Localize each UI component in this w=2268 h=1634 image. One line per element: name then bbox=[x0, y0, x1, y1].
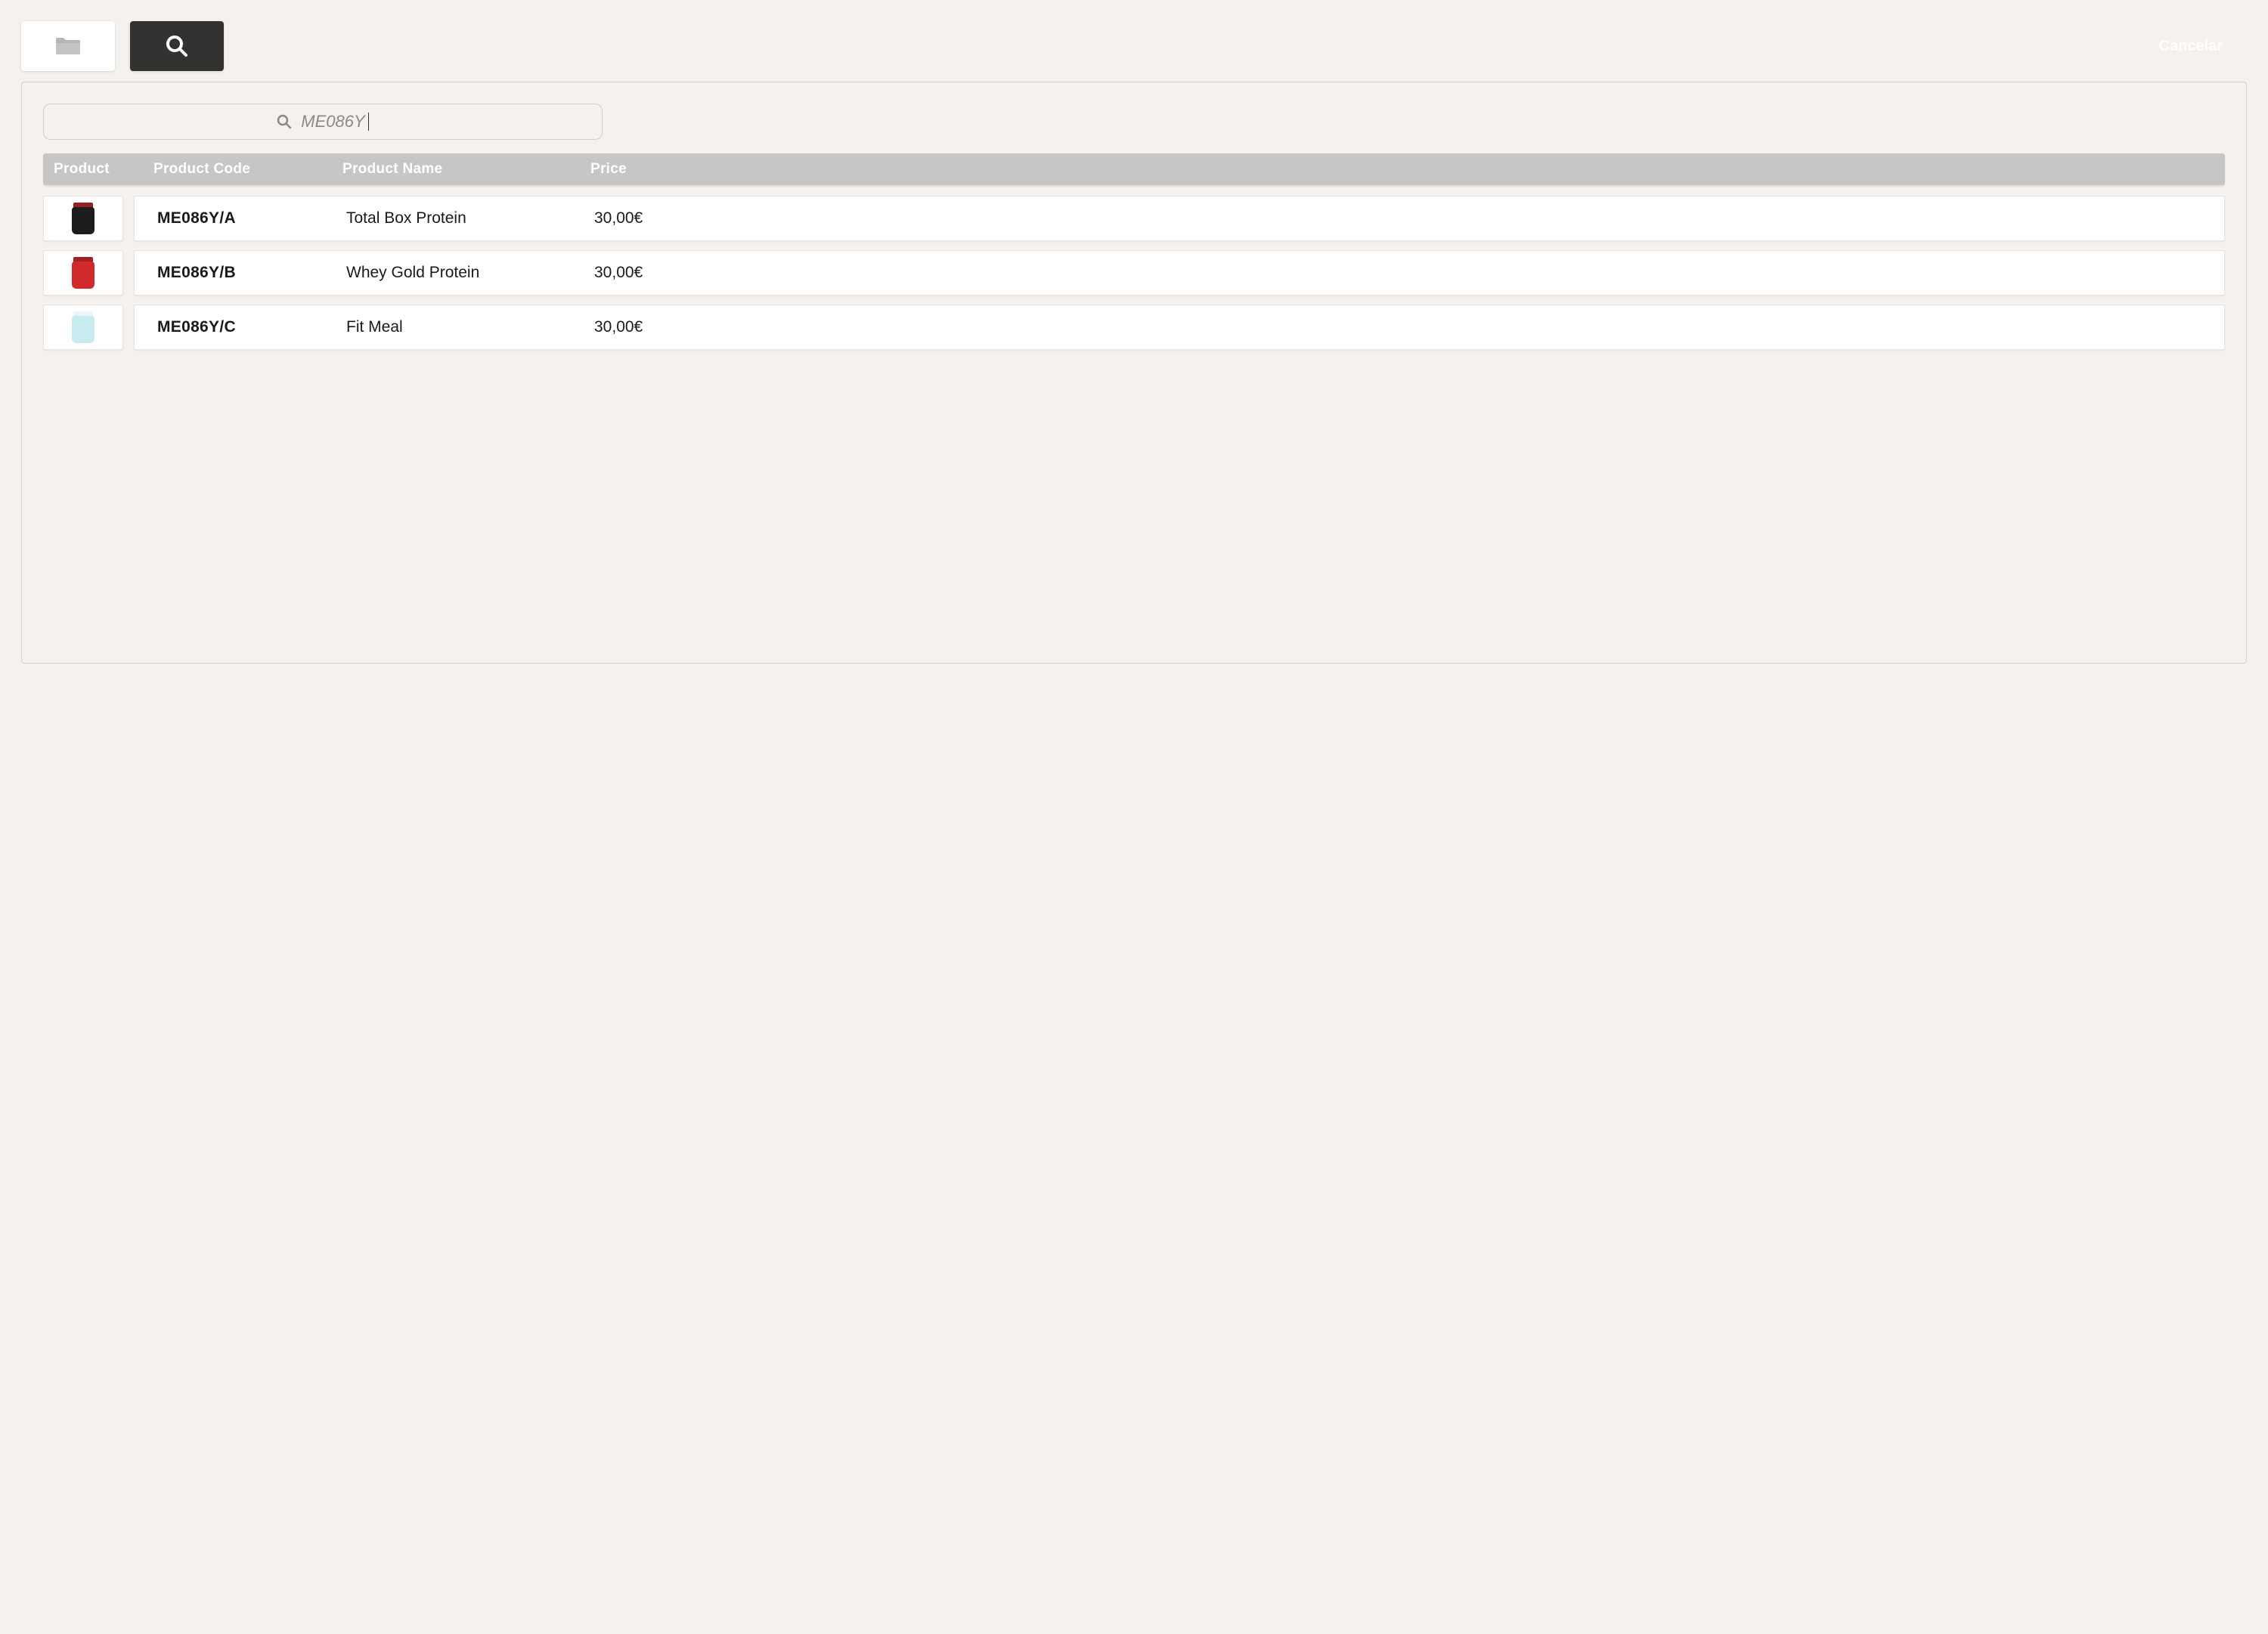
column-header-product: Product bbox=[54, 161, 153, 178]
search-input[interactable]: ME086Y bbox=[43, 104, 603, 140]
table-header: Product Product Code Product Name Price bbox=[43, 153, 2225, 185]
row-content: ME086Y/BWhey Gold Protein30,00€ bbox=[134, 250, 2225, 296]
product-image-icon bbox=[70, 203, 96, 234]
table-body: ME086Y/ATotal Box Protein30,00€ME086Y/BW… bbox=[43, 196, 2225, 350]
table-row[interactable]: ME086Y/ATotal Box Protein30,00€ bbox=[43, 196, 2225, 241]
cell-code: ME086Y/B bbox=[157, 264, 346, 282]
column-header-price: Price bbox=[590, 161, 2214, 178]
cell-price: 30,00€ bbox=[594, 264, 2201, 282]
table-row[interactable]: ME086Y/BWhey Gold Protein30,00€ bbox=[43, 250, 2225, 296]
folder-tab[interactable] bbox=[21, 21, 115, 71]
cell-name: Fit Meal bbox=[346, 318, 594, 336]
results-panel: ME086Y Product Product Code Product Name… bbox=[21, 82, 2247, 664]
column-header-code: Product Code bbox=[153, 161, 342, 178]
search-icon bbox=[165, 34, 189, 58]
folder-icon bbox=[54, 35, 82, 57]
cell-price: 30,00€ bbox=[594, 318, 2201, 336]
search-tab[interactable] bbox=[130, 21, 224, 71]
cell-name: Whey Gold Protein bbox=[346, 264, 594, 282]
row-content: ME086Y/ATotal Box Protein30,00€ bbox=[134, 196, 2225, 241]
cell-code: ME086Y/A bbox=[157, 209, 346, 227]
search-value: ME086Y bbox=[301, 112, 368, 132]
product-image-icon bbox=[70, 311, 96, 343]
text-caret bbox=[368, 113, 369, 131]
search-icon bbox=[277, 114, 292, 129]
cell-price: 30,00€ bbox=[594, 209, 2201, 227]
topbar: Cancelar bbox=[21, 21, 2247, 71]
cell-code: ME086Y/C bbox=[157, 318, 346, 336]
product-thumbnail bbox=[43, 196, 123, 241]
table-row[interactable]: ME086Y/CFit Meal30,00€ bbox=[43, 305, 2225, 350]
product-thumbnail bbox=[43, 250, 123, 296]
column-header-name: Product Name bbox=[342, 161, 590, 178]
row-content: ME086Y/CFit Meal30,00€ bbox=[134, 305, 2225, 350]
product-thumbnail bbox=[43, 305, 123, 350]
product-image-icon bbox=[70, 257, 96, 289]
cell-name: Total Box Protein bbox=[346, 209, 594, 227]
cancel-button[interactable]: Cancelar bbox=[2159, 38, 2223, 55]
